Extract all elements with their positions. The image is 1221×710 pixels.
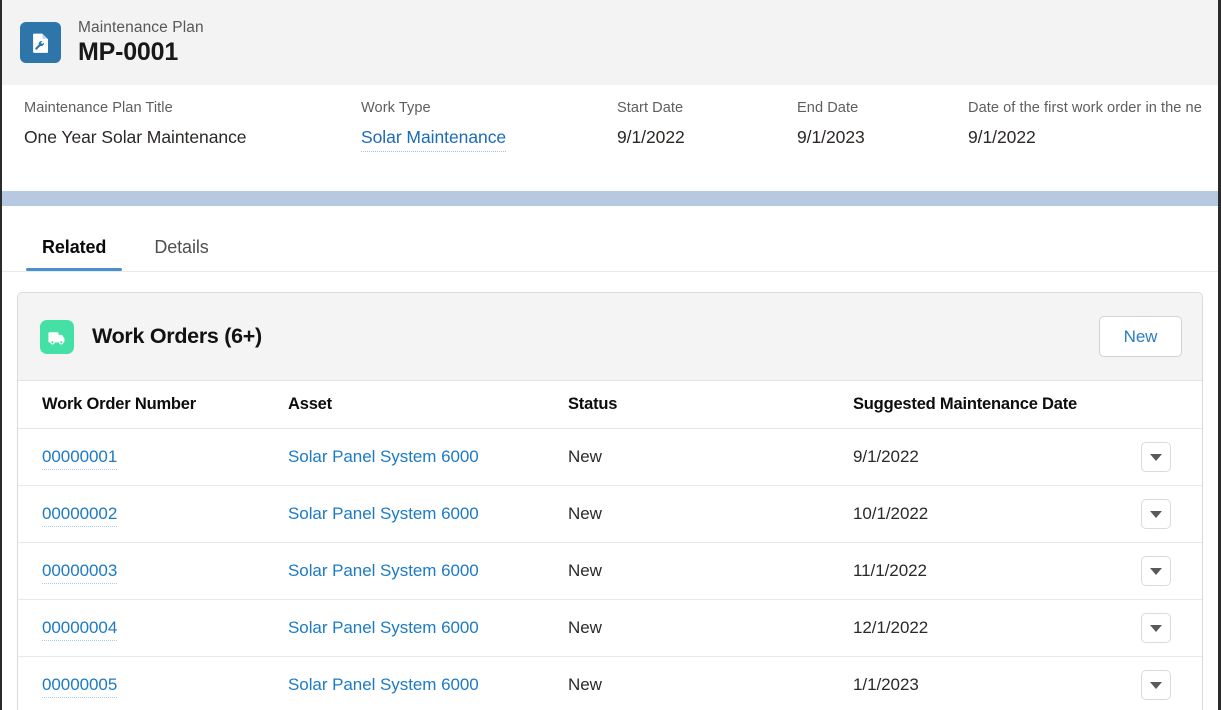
field-value: 9/1/2023 [797, 127, 968, 148]
column-header-actions [1123, 381, 1203, 429]
column-header-work-order-number[interactable]: Work Order Number [18, 381, 288, 429]
work-order-truck-icon [40, 320, 74, 354]
related-list-title: Work Orders (6+) [92, 324, 262, 349]
table-row: 00000002 Solar Panel System 6000 New 10/… [18, 486, 1203, 543]
field-end-date: End Date 9/1/2023 [797, 100, 968, 191]
field-value: One Year Solar Maintenance [24, 127, 361, 148]
field-first-work-order-date: Date of the first work order in the ne 9… [968, 100, 1221, 191]
record-tabs: Related Details [2, 206, 1218, 272]
work-order-number-link[interactable]: 00000003 [42, 561, 117, 584]
row-actions-button[interactable] [1141, 613, 1171, 643]
tab-details[interactable]: Details [130, 237, 232, 271]
work-order-number-link[interactable]: 00000005 [42, 675, 117, 698]
record-object-label: Maintenance Plan [78, 19, 204, 36]
table-row: 00000001 Solar Panel System 6000 New 9/1… [18, 429, 1203, 486]
field-label: Maintenance Plan Title [24, 100, 361, 116]
status-value: New [568, 657, 853, 710]
asset-link[interactable]: Solar Panel System 6000 [288, 675, 479, 694]
suggested-maintenance-date-value: 9/1/2022 [853, 429, 1123, 486]
asset-link[interactable]: Solar Panel System 6000 [288, 447, 479, 466]
chevron-down-icon [1150, 625, 1162, 632]
work-orders-related-list: Work Orders (6+) New Work Order Number A… [17, 292, 1203, 710]
asset-link[interactable]: Solar Panel System 6000 [288, 561, 479, 580]
table-body: 00000001 Solar Panel System 6000 New 9/1… [18, 429, 1203, 710]
work-order-number-link[interactable]: 00000002 [42, 504, 117, 527]
row-actions-button[interactable] [1141, 499, 1171, 529]
suggested-maintenance-date-value: 10/1/2022 [853, 486, 1123, 543]
related-lists-region: Work Orders (6+) New Work Order Number A… [2, 272, 1218, 710]
field-value: 9/1/2022 [968, 127, 1221, 148]
record-title-block: Maintenance Plan MP-0001 [78, 19, 204, 66]
work-type-link[interactable]: Solar Maintenance [361, 127, 506, 152]
field-label: Work Type [361, 100, 617, 116]
field-label: Date of the first work order in the ne [968, 100, 1221, 116]
maintenance-plan-icon [20, 22, 61, 63]
new-button[interactable]: New [1099, 316, 1182, 357]
related-list-actions: New [1099, 316, 1182, 357]
table-row: 00000005 Solar Panel System 6000 New 1/1… [18, 657, 1203, 710]
asset-link[interactable]: Solar Panel System 6000 [288, 618, 479, 637]
row-actions-button[interactable] [1141, 556, 1171, 586]
field-value: 9/1/2022 [617, 127, 797, 148]
suggested-maintenance-date-value: 11/1/2022 [853, 543, 1123, 600]
table-header-row: Work Order Number Asset Status Suggested… [18, 381, 1203, 429]
record-page: Maintenance Plan MP-0001 Maintenance Pla… [0, 0, 1221, 710]
row-actions-button[interactable] [1141, 670, 1171, 700]
status-value: New [568, 486, 853, 543]
page-title: MP-0001 [78, 38, 204, 66]
chevron-down-icon [1150, 511, 1162, 518]
field-work-type: Work Type Solar Maintenance [361, 100, 617, 191]
status-value: New [568, 429, 853, 486]
field-label: Start Date [617, 100, 797, 116]
status-value: New [568, 600, 853, 657]
status-value: New [568, 543, 853, 600]
record-header: Maintenance Plan MP-0001 [2, 0, 1218, 85]
table-row: 00000003 Solar Panel System 6000 New 11/… [18, 543, 1203, 600]
selection-highlight-band [2, 191, 1218, 206]
column-header-asset[interactable]: Asset [288, 381, 568, 429]
tab-related[interactable]: Related [18, 237, 130, 271]
chevron-down-icon [1150, 454, 1162, 461]
column-header-status[interactable]: Status [568, 381, 853, 429]
field-start-date: Start Date 9/1/2022 [617, 100, 797, 191]
chevron-down-icon [1150, 568, 1162, 575]
work-orders-table: Work Order Number Asset Status Suggested… [18, 381, 1203, 710]
work-order-number-link[interactable]: 00000001 [42, 447, 117, 470]
field-maintenance-plan-title: Maintenance Plan Title One Year Solar Ma… [24, 100, 361, 191]
suggested-maintenance-date-value: 12/1/2022 [853, 600, 1123, 657]
row-actions-button[interactable] [1141, 442, 1171, 472]
chevron-down-icon [1150, 682, 1162, 689]
suggested-maintenance-date-value: 1/1/2023 [853, 657, 1123, 710]
table-row: 00000004 Solar Panel System 6000 New 12/… [18, 600, 1203, 657]
highlights-panel: Maintenance Plan Title One Year Solar Ma… [2, 85, 1218, 191]
related-list-header: Work Orders (6+) New [18, 293, 1202, 381]
asset-link[interactable]: Solar Panel System 6000 [288, 504, 479, 523]
table-header: Work Order Number Asset Status Suggested… [18, 381, 1203, 429]
work-order-number-link[interactable]: 00000004 [42, 618, 117, 641]
field-label: End Date [797, 100, 968, 116]
column-header-suggested-maintenance-date[interactable]: Suggested Maintenance Date [853, 381, 1123, 429]
